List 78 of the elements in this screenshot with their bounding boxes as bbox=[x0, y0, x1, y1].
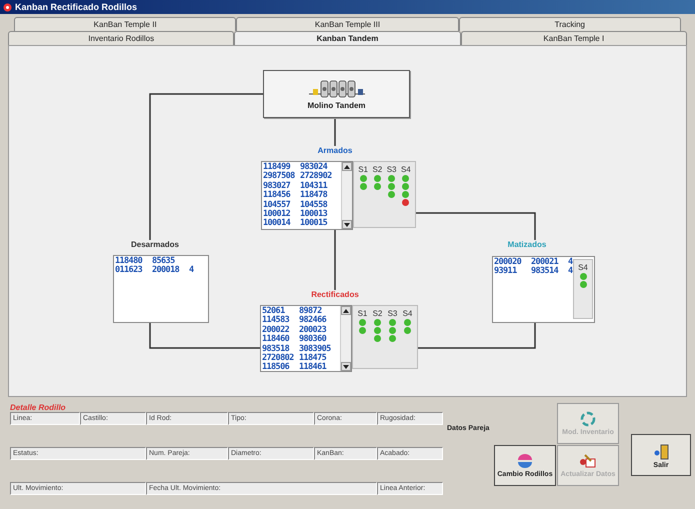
list-cell-text: 200018 bbox=[152, 266, 180, 276]
list-cell-text: 4 bbox=[568, 267, 574, 277]
sensor-label: S2 bbox=[372, 165, 382, 174]
sensor-label: S3 bbox=[388, 309, 398, 318]
list-cell-text: 983027 bbox=[263, 182, 292, 191]
tab[interactable]: KanBan Temple III bbox=[236, 17, 459, 31]
list-cell-text: 4 bbox=[189, 266, 195, 276]
list-cell-text: 104311 bbox=[300, 182, 328, 191]
app-icon bbox=[3, 2, 12, 12]
list-cell-text: 200023 bbox=[299, 326, 328, 335]
tab[interactable]: KanBan Temple I bbox=[460, 31, 687, 45]
connector-line bbox=[334, 230, 336, 290]
list-cell-text: 104558 bbox=[300, 200, 328, 210]
list-cell-text: 118461 bbox=[299, 363, 328, 371]
scroll-down-icon[interactable] bbox=[344, 222, 350, 226]
sensor-label: S3 bbox=[386, 165, 397, 174]
list-cell-text: 100012 bbox=[263, 210, 292, 220]
station-title: Armados bbox=[318, 146, 352, 155]
list-cell-text: 100013 bbox=[300, 210, 328, 220]
list-cell-text: 118506 bbox=[262, 363, 290, 371]
station-title: Desarmados bbox=[130, 240, 180, 249]
window-title: Kanban Rectificado Rodillos bbox=[15, 2, 138, 12]
sensor-label: S4 bbox=[400, 165, 411, 174]
roll-list[interactable]: 118499 983024 2987508 2728902 983027 104311 118456 118478 104557 104558 100012 100013 100014 100015 bbox=[261, 161, 353, 230]
scroll-up-icon[interactable] bbox=[343, 308, 349, 312]
list-cell-text: 982466 bbox=[299, 316, 328, 326]
mill-label: Molino Tandem bbox=[307, 100, 366, 110]
scrollbar[interactable] bbox=[341, 162, 352, 229]
list-cell-text: 2728902 bbox=[300, 172, 333, 182]
sensor-label: S4 bbox=[402, 309, 412, 318]
list-cell-text: 3083905 bbox=[299, 344, 332, 354]
list-cell-text: 118475 bbox=[299, 354, 328, 364]
sensor-label: S4 bbox=[578, 263, 588, 272]
roll-list[interactable]: 52061 89872 114583 982466 200022 200023 118460 980360 983518 3083905 2720802 118475 118506 118461 bbox=[260, 305, 352, 372]
sensor-label: S2 bbox=[372, 309, 382, 318]
list-cell-text: 118478 bbox=[300, 191, 328, 200]
recycle-icon bbox=[579, 411, 597, 427]
list-cell-text: 100014 bbox=[263, 219, 292, 229]
list-cell-text: 114583 bbox=[262, 316, 290, 326]
sensor-label: S1 bbox=[358, 309, 368, 318]
list-cell-text: 983024 bbox=[300, 163, 328, 172]
exit-door-icon bbox=[652, 442, 670, 460]
list-cell-text: 93911 bbox=[494, 267, 518, 277]
list-cell-text: 100015 bbox=[300, 219, 328, 229]
tab[interactable]: Inventario Rodillos bbox=[8, 31, 234, 45]
station-title: Rectificados bbox=[311, 290, 359, 299]
list-cell-text: 4 bbox=[568, 258, 574, 267]
list-cell-text: 200021 bbox=[531, 258, 560, 267]
list-cell-text: 52061 bbox=[262, 307, 285, 316]
tab[interactable]: Kanban Tandem bbox=[234, 31, 461, 45]
scroll-down-icon[interactable] bbox=[343, 364, 349, 368]
list-cell-text: 011623 bbox=[115, 266, 144, 276]
list-cell-text: 118499 bbox=[263, 163, 290, 172]
tab[interactable]: Tracking bbox=[458, 17, 681, 31]
list-cell-text: 118456 bbox=[263, 191, 292, 200]
list-cell-text: 118460 bbox=[262, 335, 290, 344]
list-cell-text: 200022 bbox=[262, 326, 290, 335]
scroll-up-icon[interactable] bbox=[344, 164, 350, 168]
scrollbar[interactable] bbox=[340, 306, 351, 371]
edit-icon bbox=[579, 453, 597, 469]
roll-list[interactable]: 118480 85635 011623 200018 4 bbox=[113, 255, 209, 323]
swap-icon bbox=[516, 453, 534, 469]
sensor-label: S1 bbox=[358, 165, 368, 174]
list-cell-text: 980360 bbox=[299, 335, 328, 344]
list-cell-text: 983518 bbox=[262, 344, 290, 354]
tab[interactable]: KanBan Temple II bbox=[14, 17, 236, 31]
list-cell-text: 85635 bbox=[152, 257, 175, 266]
list-cell-text: 104557 bbox=[263, 200, 292, 210]
station-title: Matizados bbox=[508, 240, 546, 249]
list-cell-text: 2987508 bbox=[263, 172, 296, 182]
connector-line bbox=[334, 116, 336, 146]
detail-title: Detalle Rodillo bbox=[10, 403, 67, 412]
list-cell-text: 2720802 bbox=[262, 354, 295, 364]
list-cell-text: 200020 bbox=[494, 258, 522, 267]
list-cell-text: 89872 bbox=[299, 307, 322, 316]
rolling-mill-icon bbox=[306, 78, 366, 98]
list-cell-text: 118480 bbox=[115, 257, 144, 266]
list-cell-text: 983514 bbox=[531, 267, 560, 277]
